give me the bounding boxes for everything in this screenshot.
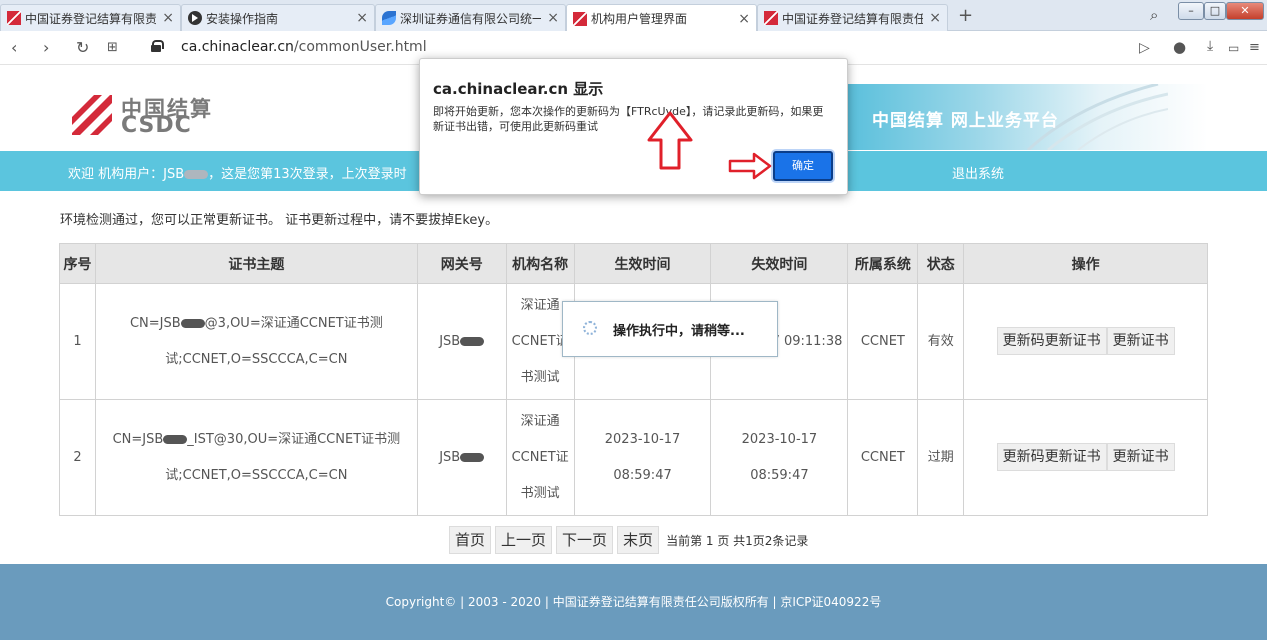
up-arrow-annotation-icon (647, 111, 693, 170)
actions-cell: 更新码更新证书 更新证书 (963, 399, 1208, 516)
cert-subject: CN=JSB @3,OU=深证通CCNET证书测 试;CCNET,O=SSCCCA,… (94, 283, 418, 400)
footer-copyright: Copyright© | 2003 - 2020 | 中国证券登记结算有限责任公… (0, 564, 1267, 640)
welcome-text: 欢迎 机构用户：JSB ，这是您第13次登录，上次登录时 (68, 167, 407, 182)
column-header: 操作 (963, 243, 1208, 284)
pagination: 首页 上一页 下一页 末页 当前第 1 页 共1页2条记录 (449, 526, 808, 554)
csdc-logo-icon (72, 95, 112, 135)
browser-tab-active[interactable]: 机构用户管理界面 × (566, 4, 757, 32)
table-row: 2 CN=JSB _IST@30,OU=深证通CCNET证书测 试;CCNET,O=… (59, 399, 1208, 516)
spinner-icon (583, 321, 597, 335)
column-header: 失效时间 (710, 243, 849, 284)
status-badge: 有效 (917, 283, 965, 400)
column-header: 状态 (917, 243, 965, 284)
tab-close-icon[interactable]: × (162, 10, 174, 26)
cert-subject: CN=JSB _IST@30,OU=深证通CCNET证书测 试;CCNET,O=SS… (94, 399, 418, 516)
alert-dialog: ca.chinaclear.cn 显示 即将开始更新，您本次操作的更新码为【FT… (419, 58, 848, 195)
tab-title: 中国证券登记结算有限责任 (25, 11, 157, 26)
tab-close-icon[interactable]: × (738, 11, 750, 27)
gateway-id: JSB (416, 283, 507, 400)
download-icon[interactable]: ⤓ (1207, 38, 1213, 54)
platform-banner: 中国结算 网上业务平台 (848, 84, 1208, 150)
column-header: 序号 (59, 243, 96, 284)
apps-grid-icon[interactable]: ⊞ (107, 40, 118, 55)
row-number: 2 (59, 399, 96, 516)
org-name: 深证通 CCNET证 书测试 (505, 399, 575, 516)
column-header: 生效时间 (573, 243, 712, 284)
loading-box: 操作执行中，请稍等... (562, 301, 778, 357)
dialog-message: 即将开始更新，您本次操作的更新码为【FTRcUvde】，请记录此更新码，如果更新… (433, 105, 824, 133)
csdc-favicon-icon (7, 11, 21, 25)
profile-icon[interactable]: ● (1173, 38, 1186, 56)
search-icon[interactable]: ⌕ (1150, 6, 1158, 24)
logout-link[interactable]: 退出系统 (952, 163, 1004, 182)
tab-close-icon[interactable]: × (929, 10, 941, 26)
status-badge: 过期 (917, 399, 965, 516)
tab-title: 机构用户管理界面 (591, 12, 688, 26)
redacted-mask (184, 170, 209, 179)
last-page-button[interactable]: 末页 (617, 526, 660, 554)
renew-cert-button[interactable]: 更新证书 (1106, 442, 1175, 471)
browser-tab-strip: 中国证券登记结算有限责任 × 安装操作指南 × 深圳证券通信有限公司统一 × 机… (0, 0, 1267, 32)
minimize-button[interactable]: – (1178, 2, 1204, 20)
csdc-favicon-icon (764, 11, 778, 25)
url-field[interactable]: ca.chinaclear.cn/commonUser.html (181, 39, 427, 55)
system-name: CCNET (847, 399, 919, 516)
browser-tab[interactable]: 安装操作指南 × (181, 4, 375, 31)
maximize-button[interactable]: □ (1204, 2, 1226, 20)
renew-with-code-button[interactable]: 更新码更新证书 (996, 442, 1107, 471)
dialog-title: ca.chinaclear.cn 显示 (433, 80, 604, 98)
battery-icon[interactable]: ▭ (1228, 41, 1239, 55)
szca-favicon-icon (382, 11, 396, 25)
redacted-mask (180, 318, 205, 328)
table-header-row: 序号 证书主题 网关号 机构名称 生效时间 失效时间 所属系统 状态 操作 (59, 243, 1208, 284)
tab-title: 中国证券登记结算有限责任 (782, 11, 924, 26)
tab-close-icon[interactable]: × (547, 10, 559, 26)
column-header: 证书主题 (94, 243, 418, 284)
back-icon[interactable]: ‹ (11, 38, 17, 57)
gateway-id: JSB (416, 399, 507, 516)
column-header: 所属系统 (847, 243, 919, 284)
menu-icon[interactable]: ≡ (1249, 40, 1260, 55)
row-number: 1 (59, 283, 96, 400)
redacted-mask (163, 434, 188, 444)
redacted-mask (460, 452, 485, 462)
tab-close-icon[interactable]: × (356, 10, 368, 26)
column-header: 网关号 (416, 243, 507, 284)
forward-icon[interactable]: › (43, 38, 49, 57)
end-time: 2023-10-17 08:59:47 (710, 399, 849, 516)
browser-tab[interactable]: 深圳证券通信有限公司统一 × (375, 4, 566, 31)
lock-icon (151, 40, 164, 52)
banner-title: 中国结算 网上业务平台 (872, 111, 1059, 131)
tab-title: 安装操作指南 (206, 11, 279, 26)
ok-button[interactable]: 确定 (773, 151, 833, 181)
certificate-table: 序号 证书主题 网关号 机构名称 生效时间 失效时间 所属系统 状态 操作 1 … (59, 243, 1208, 516)
redacted-mask (460, 336, 485, 346)
right-arrow-annotation-icon (728, 152, 772, 180)
prev-page-button[interactable]: 上一页 (495, 526, 553, 554)
close-window-button[interactable]: ✕ (1226, 2, 1264, 20)
system-name: CCNET (847, 283, 919, 400)
send-icon[interactable]: ▷ (1139, 40, 1150, 56)
renew-with-code-button[interactable]: 更新码更新证书 (996, 326, 1107, 355)
csdc-favicon-icon (573, 11, 587, 26)
reload-icon[interactable]: ↻ (76, 38, 89, 57)
start-time: 2023-10-17 08:59:47 (573, 399, 712, 516)
browser-tab[interactable]: 中国证券登记结算有限责任 × (757, 4, 948, 31)
environment-message: 环境检测通过，您可以正常更新证书。 证书更新过程中，请不要拔掉Ekey。 (60, 213, 499, 228)
actions-cell: 更新码更新证书 更新证书 (963, 283, 1208, 400)
tab-title: 深圳证券通信有限公司统一 (400, 11, 542, 26)
page-info: 当前第 1 页 共1页2条记录 (666, 533, 809, 548)
logo-english-text: CSDC (121, 113, 192, 138)
new-tab-button[interactable]: + (958, 5, 973, 26)
compass-favicon-icon (188, 11, 202, 25)
browser-tab[interactable]: 中国证券登记结算有限责任 × (0, 4, 181, 31)
next-page-button[interactable]: 下一页 (556, 526, 614, 554)
column-header: 机构名称 (505, 243, 575, 284)
first-page-button[interactable]: 首页 (449, 526, 492, 554)
renew-cert-button[interactable]: 更新证书 (1106, 326, 1175, 355)
loading-text: 操作执行中，请稍等... (613, 324, 745, 339)
